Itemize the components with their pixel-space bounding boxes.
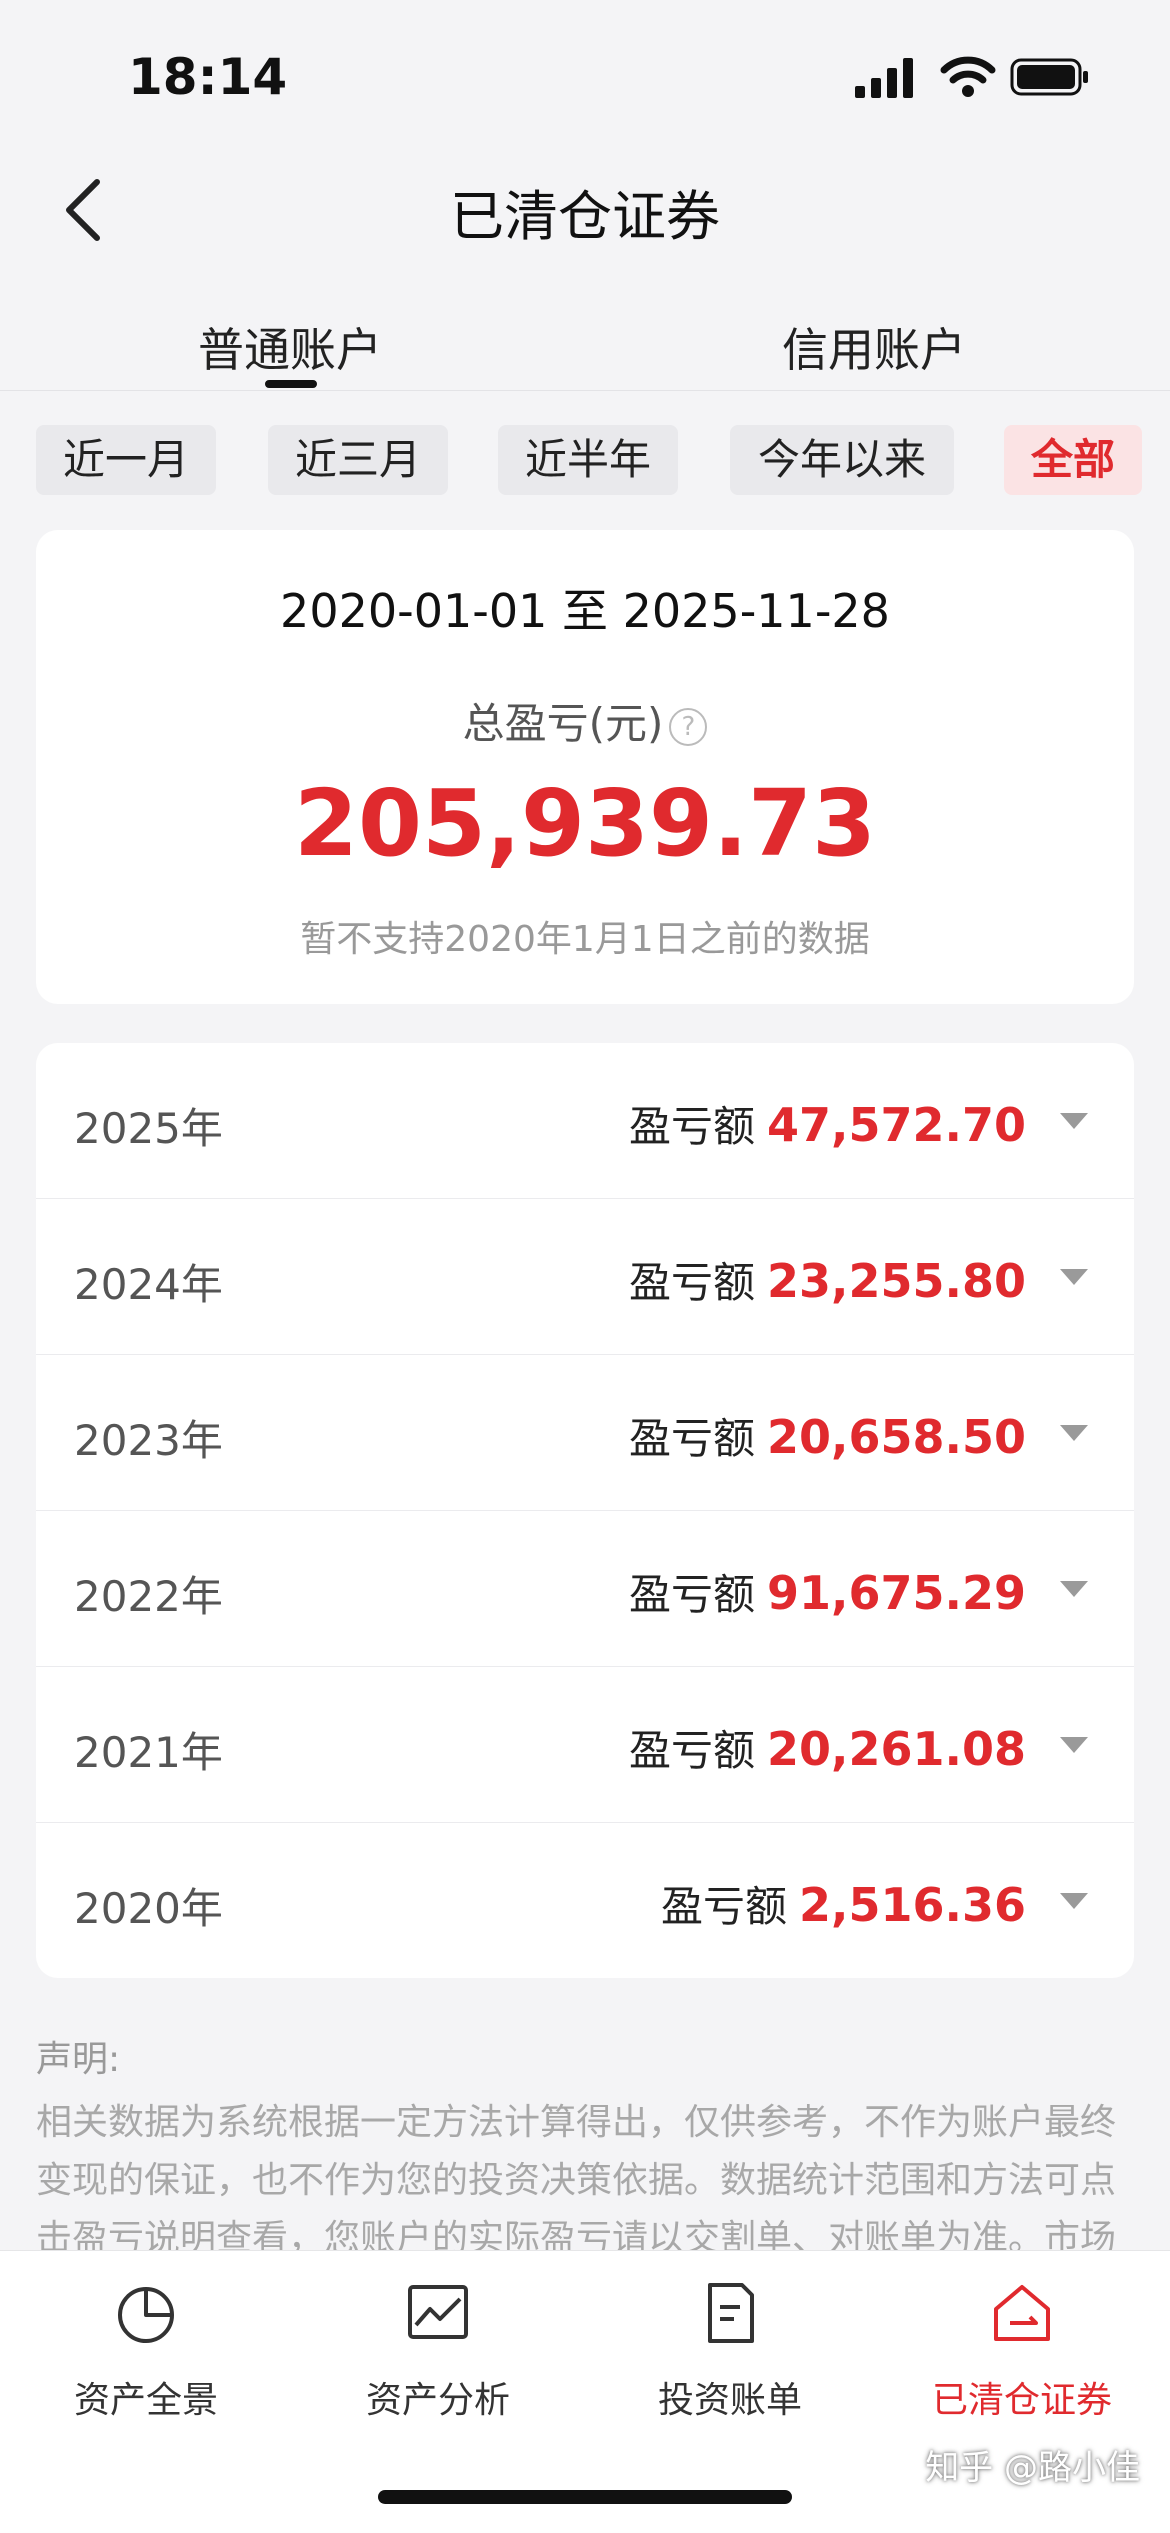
pnl-amount-value: 23,255.80 (767, 1254, 1026, 1308)
nav-label: 资产分析 (365, 2380, 510, 2421)
year-row-2020[interactable]: 2020年 盈亏额 2,516.36 (36, 1823, 1134, 1978)
total-pnl-value: 205,939.73 (293, 770, 876, 877)
pnl-amount-value: 2,516.36 (799, 1878, 1026, 1932)
year-row-2023[interactable]: 2023年 盈亏额 20,658.50 (36, 1355, 1134, 1511)
pnl-amount-label: 盈亏额 (628, 1102, 755, 1151)
status-time: 18:14 (128, 48, 288, 106)
help-icon[interactable]: ? (669, 707, 708, 746)
pnl-amount: 盈亏额 47,572.70 (629, 1093, 1026, 1154)
pnl-amount: 盈亏额 23,255.80 (629, 1249, 1026, 1310)
bill-icon (708, 2283, 754, 2343)
chevron-down-icon[interactable] (1060, 1113, 1088, 1129)
nav-label: 已清仓证券 (931, 2380, 1112, 2421)
total-pnl-label: 总盈亏(元) (462, 699, 664, 748)
year-row-2022[interactable]: 2022年 盈亏额 91,675.29 (36, 1511, 1134, 1667)
nav-investment-bill[interactable]: 投资账单 (584, 2251, 876, 2451)
wifi-icon (940, 56, 996, 97)
pnl-amount-label: 盈亏额 (628, 1258, 755, 1307)
nav-label: 投资账单 (657, 2380, 802, 2421)
chevron-down-icon[interactable] (1060, 1269, 1088, 1285)
pnl-amount: 盈亏额 20,261.08 (629, 1717, 1026, 1778)
battery-icon (1010, 58, 1088, 96)
pnl-amount-value: 47,572.70 (767, 1098, 1026, 1152)
pnl-amount-label: 盈亏额 (628, 1726, 755, 1775)
pnl-amount: 盈亏额 2,516.36 (661, 1873, 1026, 1934)
pnl-amount-value: 91,675.29 (767, 1566, 1026, 1620)
disclaimer-title: 声明: (36, 2039, 121, 2080)
filter-year-to-date[interactable]: 今年以来 (730, 425, 954, 495)
watermark: 知乎 @路小佳 (925, 2448, 1140, 2488)
year-label: 2024年 (74, 1260, 223, 1309)
status-bar: 18:14 (0, 0, 1170, 150)
date-range: 2020-01-01 至 2025-11-28 (280, 584, 890, 638)
year-label: 2021年 (74, 1728, 223, 1777)
cellular-signal-icon (855, 58, 913, 98)
pnl-amount-label: 盈亏额 (628, 1414, 755, 1463)
nav-label: 资产全景 (73, 2380, 218, 2421)
year-row-2025[interactable]: 2025年 盈亏额 47,572.70 (36, 1043, 1134, 1199)
chevron-down-icon[interactable] (1060, 1893, 1088, 1909)
page-title: 已清仓证券 (450, 185, 720, 248)
filter-three-months[interactable]: 近三月 (268, 425, 448, 495)
nav-cleared-securities[interactable]: 已清仓证券 (876, 2251, 1168, 2451)
pie-chart-icon (118, 2287, 174, 2343)
pnl-amount-value: 20,658.50 (767, 1410, 1026, 1464)
nav-asset-overview[interactable]: 资产全景 (0, 2251, 292, 2451)
chevron-down-icon[interactable] (1060, 1581, 1088, 1597)
yearly-pnl-list: 2025年 盈亏额 47,572.70 2024年 盈亏额 23,255.80 20… (36, 1043, 1134, 1978)
period-filters: 近一月 近三月 近半年 今年以来 全部 (0, 425, 1170, 497)
line-chart-icon (408, 2285, 468, 2339)
chevron-down-icon[interactable] (1060, 1425, 1088, 1441)
tab-credit-account[interactable]: 信用账户 (782, 314, 966, 380)
filter-half-year[interactable]: 近半年 (498, 425, 678, 495)
year-label: 2022年 (74, 1572, 223, 1621)
pnl-amount-label: 盈亏额 (660, 1882, 787, 1931)
pnl-amount-value: 20,261.08 (767, 1722, 1026, 1776)
year-row-2021[interactable]: 2021年 盈亏额 20,261.08 (36, 1667, 1134, 1823)
cleared-home-icon (994, 2285, 1050, 2341)
tab-regular-account[interactable]: 普通账户 (198, 314, 382, 380)
pnl-amount-label: 盈亏额 (628, 1570, 755, 1619)
data-range-note: 暂不支持2020年1月1日之前的数据 (300, 919, 870, 960)
home-indicator (378, 2490, 792, 2504)
year-label: 2025年 (74, 1104, 223, 1153)
year-label: 2020年 (74, 1884, 223, 1933)
filter-all[interactable]: 全部 (1004, 425, 1142, 495)
filter-one-month[interactable]: 近一月 (36, 425, 216, 495)
active-tab-indicator (265, 380, 317, 388)
chevron-down-icon[interactable] (1060, 1737, 1088, 1753)
year-row-2024[interactable]: 2024年 盈亏额 23,255.80 (36, 1199, 1134, 1355)
pnl-amount: 盈亏额 20,658.50 (629, 1405, 1026, 1466)
account-tabs: 普通账户 信用账户 (0, 300, 1170, 391)
nav-header: 已清仓证券 (0, 150, 1170, 270)
year-label: 2023年 (74, 1416, 223, 1465)
nav-asset-analysis[interactable]: 资产分析 (292, 2251, 584, 2451)
summary-card: 2020-01-01 至 2025-11-28 总盈亏(元)? 205,939.… (36, 530, 1134, 1004)
pnl-amount: 盈亏额 91,675.29 (629, 1561, 1026, 1622)
total-pnl-label-row: 总盈亏(元)? (36, 690, 1134, 751)
